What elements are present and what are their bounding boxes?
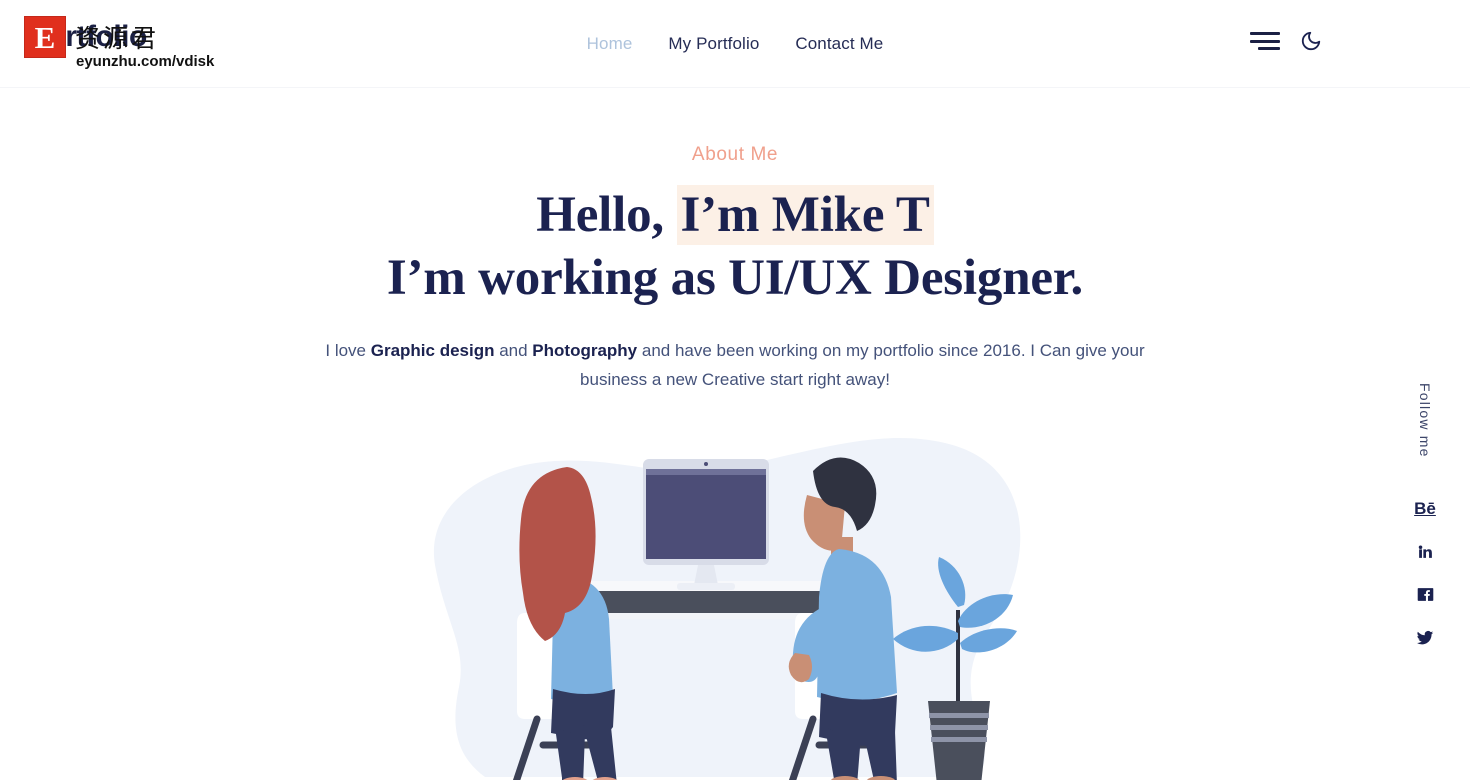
social-follow-rail: Follow me Bē — [1402, 383, 1448, 673]
nav-item-contact-me[interactable]: Contact Me — [795, 34, 883, 54]
hamburger-menu-icon[interactable] — [1250, 30, 1280, 52]
lede-text-3: and have been working on my portfolio si… — [580, 341, 1145, 389]
hamburger-line-1 — [1250, 32, 1280, 35]
headline-line-1: Hello, I’m Mike T — [0, 184, 1470, 247]
follow-me-label: Follow me — [1417, 383, 1433, 458]
headline-name-highlight: I’m Mike T — [676, 185, 934, 245]
hero-illustration — [415, 425, 1055, 780]
site-header: Portfolio Home My Portfolio Contact Me — [0, 0, 1470, 88]
lede-bold-graphic-design: Graphic design — [370, 341, 495, 360]
behance-glyph: Bē — [1414, 498, 1436, 518]
section-eyebrow: About Me — [691, 144, 779, 165]
moon-icon[interactable] — [1300, 30, 1322, 52]
hamburger-line-3 — [1258, 47, 1280, 50]
twitter-icon[interactable] — [1416, 629, 1434, 647]
hamburger-line-2 — [1250, 39, 1280, 43]
header-tools — [1250, 30, 1322, 52]
lede-text-1: I love — [325, 341, 371, 360]
linkedin-icon[interactable] — [1417, 543, 1434, 560]
nav-item-my-portfolio[interactable]: My Portfolio — [668, 34, 759, 54]
hero-description: I love Graphic design and Photography an… — [325, 336, 1145, 394]
facebook-icon[interactable] — [1417, 586, 1434, 603]
hero-section: About Me Hello, I’m Mike T I’m working a… — [0, 88, 1470, 394]
lede-text-2: and — [494, 341, 533, 360]
headline-line-2: I’m working as UI/UX Designer. — [386, 250, 1084, 306]
headline-greeting: Hello, — [536, 187, 677, 243]
nav-item-home[interactable]: Home — [587, 34, 633, 54]
lede-bold-photography: Photography — [532, 341, 638, 360]
page-title: Hello, I’m Mike T I’m working as UI/UX D… — [0, 184, 1470, 310]
behance-icon[interactable]: Bē — [1414, 500, 1436, 517]
